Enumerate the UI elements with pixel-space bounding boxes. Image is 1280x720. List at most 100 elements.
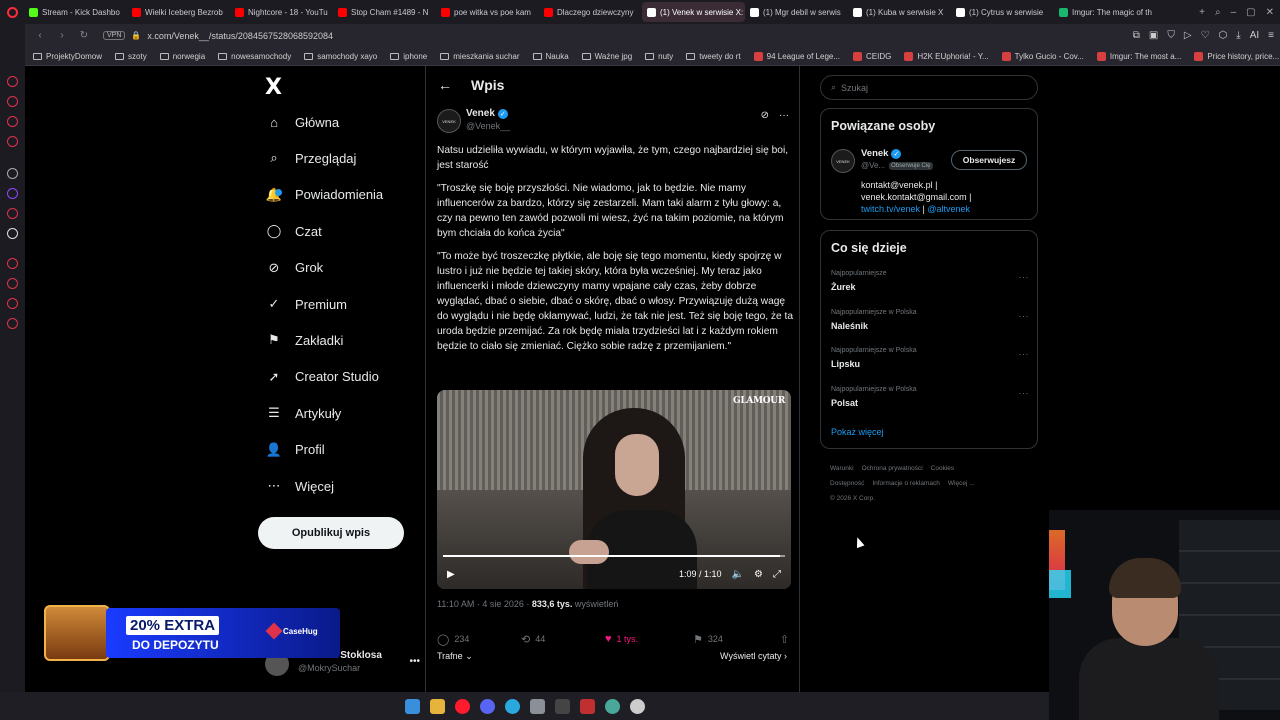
forward-button[interactable]: › bbox=[55, 30, 69, 41]
reply-button[interactable]: ◯ 234 bbox=[437, 633, 521, 646]
retweet-button[interactable]: ⟲ 44 bbox=[521, 633, 605, 646]
new-tab-button[interactable]: + bbox=[1199, 7, 1205, 18]
trend-item[interactable]: Najpopularniejsze w Polska Naleśnik ··· bbox=[831, 309, 1029, 339]
bookmark-item[interactable]: Tylko Gucio - Cov... bbox=[1001, 51, 1084, 61]
bookmark-item[interactable]: iphone bbox=[390, 52, 427, 61]
sidebar-pinboard-icon[interactable] bbox=[7, 298, 18, 309]
browser-tab[interactable]: Imgur: The magic of th bbox=[1054, 2, 1157, 22]
trend-more-icon[interactable]: ··· bbox=[1019, 272, 1030, 282]
settings-icon[interactable]: ⚙ bbox=[754, 569, 763, 580]
browser-tab[interactable]: Dlaczego dziewczyny bbox=[539, 2, 642, 22]
opera-menu-icon[interactable] bbox=[0, 0, 24, 24]
nav-item-profile[interactable]: 👤 Profil bbox=[265, 435, 325, 465]
trend-item[interactable]: Najpopularniejsze Żurek ··· bbox=[831, 270, 1029, 300]
trend-more-icon[interactable]: ··· bbox=[1019, 388, 1030, 398]
fullscreen-icon[interactable]: ⤢ bbox=[773, 569, 781, 580]
bookmark-button[interactable]: ⚑ 324 bbox=[693, 633, 777, 646]
browser-tab[interactable]: (1) Cytrus w serwisie bbox=[951, 2, 1054, 22]
sidebar-aria-icon[interactable] bbox=[7, 76, 18, 87]
sidebar-x-icon[interactable] bbox=[7, 228, 18, 239]
ai-button[interactable]: AI bbox=[1250, 30, 1259, 41]
browser-tab[interactable]: (1) Mgr debil w serwis bbox=[745, 2, 848, 22]
nav-item-premium[interactable]: ✓ Premium bbox=[265, 289, 347, 319]
sidebar-history-icon[interactable] bbox=[7, 258, 18, 269]
x-logo-icon[interactable]: X bbox=[265, 75, 282, 100]
heart-icon[interactable]: ♡ bbox=[1201, 30, 1210, 41]
extensions-icon[interactable]: ⧉ bbox=[1133, 30, 1140, 41]
related-handle[interactable]: @Ve... bbox=[861, 161, 885, 170]
nav-item-bell[interactable]: 🔔 Powiadomienia bbox=[265, 180, 383, 210]
trend-more-icon[interactable]: ··· bbox=[1019, 349, 1030, 359]
player-icon[interactable]: ▷ bbox=[1184, 30, 1192, 41]
tweet-author-name[interactable]: Venek ✓ bbox=[466, 108, 508, 119]
app-icon[interactable] bbox=[604, 698, 620, 714]
post-button[interactable]: Opublikuj wpis bbox=[258, 517, 404, 549]
bookmark-item[interactable]: nowesamochody bbox=[218, 52, 291, 61]
tweet-timestamp[interactable]: 11:10 AM · 4 sie 2026 · bbox=[437, 599, 532, 609]
close-window-button[interactable]: ✕ bbox=[1266, 7, 1274, 18]
volume-icon[interactable]: 🔈 bbox=[732, 569, 744, 580]
nav-item-home[interactable]: ⌂ Główna bbox=[265, 107, 339, 137]
url-field[interactable]: x.com/Venek__/status/2084567528068592084 bbox=[147, 31, 333, 41]
maximize-button[interactable]: ▢ bbox=[1246, 7, 1255, 18]
cube-icon[interactable]: ⬡ bbox=[1219, 30, 1228, 41]
related-avatar[interactable]: VENEK bbox=[831, 149, 855, 173]
bookmark-item[interactable]: CEIDG bbox=[853, 51, 891, 61]
footer-link[interactable]: Dostępność bbox=[830, 480, 864, 487]
nav-item-grok[interactable]: ⊘ Grok bbox=[265, 253, 324, 283]
sidebar-clock-icon[interactable] bbox=[7, 278, 18, 289]
browser-tab[interactable]: Stop Cham #1489 - N bbox=[333, 2, 436, 22]
riot-client-icon[interactable] bbox=[579, 698, 595, 714]
bookmark-item[interactable]: nuty bbox=[645, 52, 673, 61]
windows-start-icon[interactable] bbox=[404, 698, 420, 714]
browser-menu-icon[interactable]: ≡ bbox=[1268, 30, 1274, 41]
sidebar-chatgpt-icon[interactable] bbox=[7, 168, 18, 179]
alt-account-link[interactable]: @altvenek bbox=[927, 204, 970, 214]
account-more-icon[interactable]: ••• bbox=[409, 656, 420, 667]
bookmark-item[interactable]: H2K EUphoria! - Y... bbox=[904, 51, 989, 61]
steam-icon[interactable] bbox=[529, 698, 545, 714]
related-name[interactable]: Venek ✓ bbox=[861, 148, 902, 159]
like-button[interactable]: ♥ 1 tys. bbox=[605, 633, 693, 645]
search-input[interactable]: ⌕ Szukaj bbox=[820, 75, 1038, 100]
nav-item-more[interactable]: ⋯ Więcej bbox=[265, 471, 335, 501]
twitch-link[interactable]: twitch.tv/venek bbox=[861, 204, 920, 214]
grok-explain-icon[interactable]: ⊘ bbox=[761, 110, 769, 121]
file-explorer-icon[interactable] bbox=[429, 698, 445, 714]
opera-taskbar-icon[interactable] bbox=[454, 698, 470, 714]
following-button[interactable]: Obserwujesz bbox=[951, 150, 1027, 170]
bookmark-item[interactable]: Ważne jpg bbox=[581, 52, 632, 61]
settings-taskbar-icon[interactable] bbox=[629, 698, 645, 714]
footer-link[interactable]: Cookies bbox=[931, 465, 954, 472]
bookmark-item[interactable]: Nauka bbox=[532, 52, 569, 61]
download-icon[interactable]: ⤓ bbox=[1236, 30, 1240, 41]
view-quotes-link[interactable]: Wyświetl cytaty › bbox=[720, 651, 787, 661]
lock-icon[interactable]: 🔒 bbox=[131, 31, 141, 40]
browser-tab[interactable]: (1) Kuba w serwisie X bbox=[848, 2, 951, 22]
messenger-icon[interactable] bbox=[504, 698, 520, 714]
sidebar-settings-icon[interactable] bbox=[7, 318, 18, 329]
nav-item-chat[interactable]: ◯ Czat bbox=[265, 216, 322, 246]
browser-tab[interactable]: poe witka vs poe kam bbox=[436, 2, 539, 22]
footer-link[interactable]: Ochrona prywatności bbox=[862, 465, 923, 472]
screenshot-icon[interactable]: ▣ bbox=[1149, 30, 1158, 41]
nav-item-search[interactable]: ⌕ Przeglądaj bbox=[265, 143, 356, 173]
play-icon[interactable]: ▶ bbox=[447, 569, 455, 580]
trend-item[interactable]: Najpopularniejsze w Polska Polsat ··· bbox=[831, 386, 1029, 416]
nav-item-bookmark[interactable]: ⚑ Zakładki bbox=[265, 325, 343, 355]
reply-sort-dropdown[interactable]: Trafne ⌄ bbox=[437, 651, 473, 662]
sidebar-bookmarks-icon[interactable] bbox=[7, 136, 18, 147]
shield-icon[interactable]: ⛉ bbox=[1167, 30, 1175, 41]
minimize-button[interactable]: – bbox=[1231, 7, 1237, 18]
trend-more-icon[interactable]: ··· bbox=[1019, 311, 1030, 321]
bookmark-item[interactable]: 94 League of Lege... bbox=[753, 51, 840, 61]
bookmark-item[interactable]: ProjektyDomow bbox=[33, 52, 102, 61]
vpn-badge[interactable]: VPN bbox=[103, 31, 126, 40]
sidebar-speed-dial-icon[interactable] bbox=[7, 116, 18, 127]
sidebar-twitch-icon[interactable] bbox=[7, 188, 18, 199]
sidebar-instagram-icon[interactable] bbox=[7, 208, 18, 219]
footer-link[interactable]: Informacje o reklamach bbox=[872, 480, 940, 487]
nav-item-rocket[interactable]: ➚ Creator Studio bbox=[265, 362, 379, 392]
obs-icon[interactable] bbox=[554, 698, 570, 714]
bookmark-item[interactable]: tweety do rt bbox=[686, 52, 741, 61]
